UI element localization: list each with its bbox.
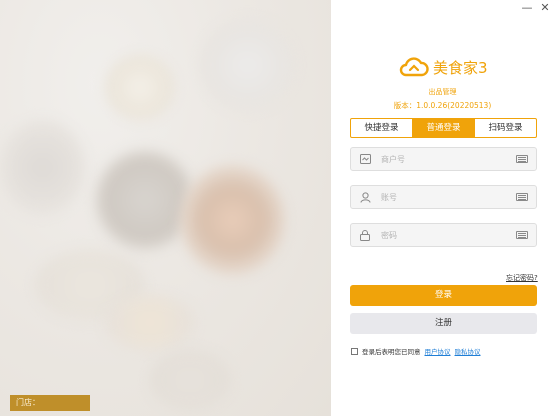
agreement-row: 登录后表明您已同意 用户协议 隐私协议: [351, 346, 481, 356]
merchant-field: [350, 147, 537, 171]
login-panel: 美食家3 出品管理 版本：1.0.0.26(20220513) 快捷登录 普通登…: [331, 0, 554, 416]
food-plate-blur: [180, 165, 285, 275]
password-input[interactable]: [381, 230, 516, 240]
food-plate-blur: [105, 55, 175, 120]
register-button[interactable]: 注册: [350, 313, 537, 334]
product-subtitle: 出品管理: [428, 88, 457, 96]
store-label: 门店：: [10, 395, 90, 411]
account-field: [350, 185, 537, 209]
keyboard-icon[interactable]: [516, 155, 528, 163]
background-food-image: 门店：: [0, 0, 331, 416]
merchant-input[interactable]: [381, 154, 516, 164]
close-button[interactable]: ✕: [536, 0, 554, 18]
account-input[interactable]: [381, 192, 516, 202]
food-plate-blur: [150, 350, 230, 410]
login-button[interactable]: 登录: [350, 285, 537, 306]
food-plate-blur: [95, 150, 195, 250]
user-icon: [359, 191, 371, 203]
storefront-icon: [359, 153, 371, 165]
keyboard-icon[interactable]: [516, 231, 528, 239]
user-agreement-link[interactable]: 用户协议: [425, 346, 451, 356]
tab-normal-login[interactable]: 普通登录: [412, 119, 474, 137]
forgot-password-link[interactable]: 忘记密码?: [506, 273, 538, 283]
cloud-logo-icon: [399, 57, 429, 77]
food-plate-blur: [200, 20, 295, 110]
window-controls: — ✕: [518, 0, 554, 18]
minimize-button[interactable]: —: [518, 0, 536, 18]
tab-qr-login[interactable]: 扫码登录: [474, 119, 536, 137]
login-mode-tabs: 快捷登录 普通登录 扫码登录: [350, 118, 537, 138]
agreement-checkbox[interactable]: [351, 347, 358, 355]
keyboard-icon[interactable]: [516, 193, 528, 201]
privacy-policy-link[interactable]: 隐私协议: [455, 346, 481, 356]
brand-logo: 美食家3: [399, 54, 488, 80]
food-plate-blur: [0, 120, 85, 215]
version-label: 版本：1.0.0.26(20220513): [393, 101, 492, 110]
agreement-text: 登录后表明您已同意: [362, 348, 421, 356]
food-plate-blur: [105, 295, 195, 350]
brand-name: 美食家3: [433, 58, 488, 77]
tab-quick-login[interactable]: 快捷登录: [351, 119, 412, 137]
lock-icon: [359, 229, 371, 241]
password-field: [350, 223, 537, 247]
